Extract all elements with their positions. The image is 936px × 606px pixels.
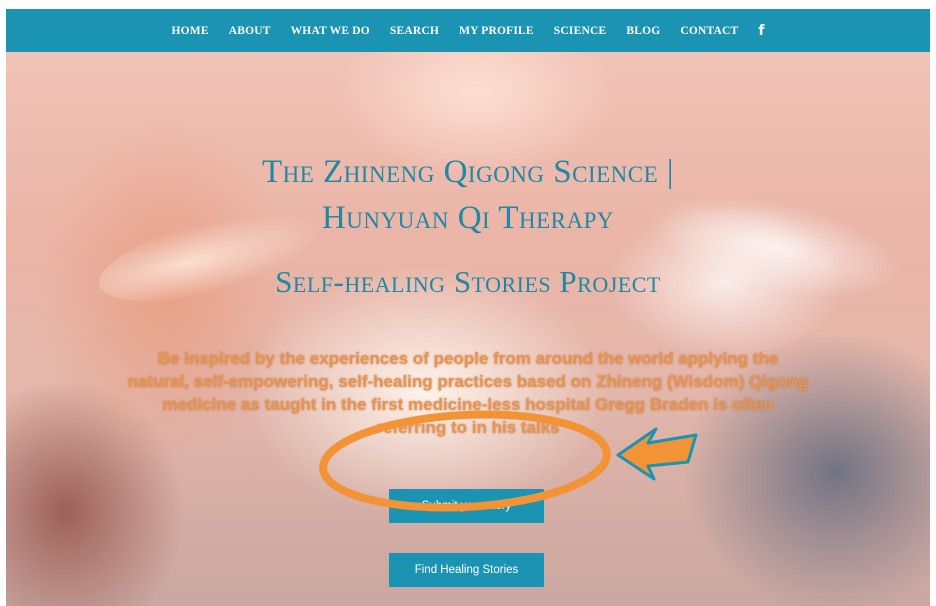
nav-science[interactable]: SCIENCE [544,25,617,37]
hero-subtitle: Self-healing Stories Project [275,264,661,299]
nav-my-profile[interactable]: MY PROFILE [449,25,544,37]
nav-what-we-do[interactable]: WHAT WE DO [281,25,380,37]
nav-blog[interactable]: BLOG [616,25,670,37]
find-healing-stories-button[interactable]: Find Healing Stories [389,553,544,587]
nav-home[interactable]: HOME [161,25,218,37]
hero-title-line-1: The Zhineng Qigong Science | [261,154,675,190]
page-frame: HOME ABOUT WHAT WE DO SEARCH MY PROFILE … [6,9,930,606]
nav-contact[interactable]: CONTACT [670,25,748,37]
nav-about[interactable]: ABOUT [219,25,281,37]
nav-search[interactable]: SEARCH [380,25,449,37]
hero-tagline: Be inspired by the experiences of people… [127,349,809,437]
hero-section: The Zhineng Qigong Science | Hunyuan Qi … [6,52,930,606]
submit-story-button[interactable]: Submit your story [389,489,544,523]
facebook-icon[interactable]: f [748,23,774,39]
top-navigation-bar: HOME ABOUT WHAT WE DO SEARCH MY PROFILE … [6,9,930,52]
hero-title-line-2: Hunyuan Qi Therapy [321,200,615,236]
